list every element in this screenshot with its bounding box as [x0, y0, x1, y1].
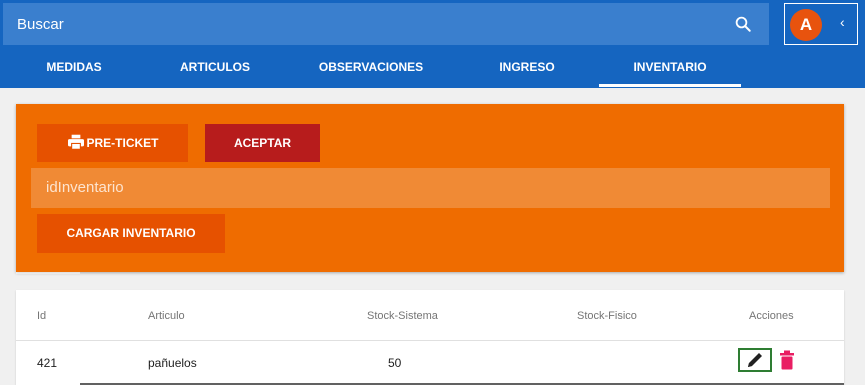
- edit-button[interactable]: [738, 348, 772, 372]
- top-app-bar: Buscar A ‹ MEDIDAS ARTICULOS OBSERVACION…: [0, 0, 865, 88]
- column-header-acciones: Acciones: [749, 310, 794, 322]
- column-header-stock-sistema: Stock-Sistema: [367, 310, 438, 322]
- divider: [16, 340, 844, 341]
- divider: [16, 272, 80, 274]
- cell-id: 421: [37, 356, 58, 370]
- avatar[interactable]: A: [790, 9, 822, 41]
- column-header-id: Id: [37, 310, 47, 322]
- tab-articulos[interactable]: ARTICULOS: [170, 60, 260, 74]
- chevron-left-icon[interactable]: ‹: [840, 14, 845, 30]
- search-bar[interactable]: Buscar: [3, 3, 769, 45]
- id-inventario-input[interactable]: idInventario: [31, 168, 830, 208]
- pre-ticket-label: PRE-TICKET: [86, 136, 159, 150]
- edit-icon: [748, 353, 762, 367]
- tab-inventario[interactable]: INVENTARIO: [610, 60, 730, 74]
- tab-medidas[interactable]: MEDIDAS: [29, 60, 119, 74]
- inventory-table: Id Articulo Stock-Sistema Stock-Fisico A…: [16, 290, 844, 385]
- cell-stock-sistema: 50: [388, 356, 402, 370]
- cell-articulo: pañuelos: [148, 356, 197, 370]
- search-icon[interactable]: [734, 15, 752, 33]
- column-header-articulo: Articulo: [148, 310, 185, 322]
- tab-observaciones[interactable]: OBSERVACIONES: [306, 60, 436, 74]
- search-input[interactable]: Buscar: [17, 16, 64, 33]
- column-header-stock-fisico: Stock-Fisico: [577, 310, 637, 322]
- aceptar-button[interactable]: ACEPTAR: [205, 124, 320, 162]
- account-menu[interactable]: A ‹: [784, 3, 858, 45]
- pre-ticket-button[interactable]: PRE-TICKET: [37, 124, 188, 162]
- tab-ingreso[interactable]: INGRESO: [482, 60, 572, 74]
- inventory-form-card: PRE-TICKET ACEPTAR idInventario CARGAR I…: [16, 104, 844, 274]
- cargar-inventario-button[interactable]: CARGAR INVENTARIO: [37, 214, 225, 253]
- delete-icon[interactable]: [780, 350, 794, 370]
- print-icon: [67, 134, 84, 150]
- active-tab-indicator: [599, 84, 741, 87]
